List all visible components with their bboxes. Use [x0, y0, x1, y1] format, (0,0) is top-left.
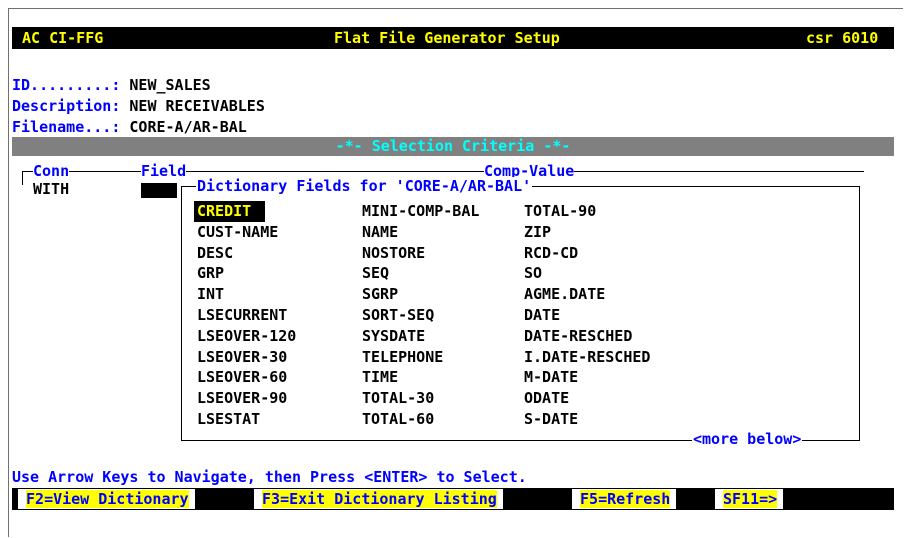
fkey-code: F3 — [262, 490, 281, 508]
screen-title: Flat File Generator Setup — [334, 29, 560, 47]
fkey-label: > — [768, 490, 778, 508]
list-item[interactable]: GRP — [197, 263, 296, 284]
fkey-label: Exit Dictionary Listing — [289, 490, 497, 508]
app-code: AC CI-FFG — [22, 29, 104, 47]
list-item[interactable]: TIME — [362, 367, 479, 388]
status-line: Use Arrow Keys to Navigate, then Press <… — [12, 468, 527, 486]
sf11-next-key[interactable]: SF11=> — [715, 489, 784, 509]
f5-refresh-key[interactable]: F5=Refresh — [572, 489, 677, 509]
dictionary-column-2: MINI-COMP-BAL NAME NOSTORE SEQ SGRP SORT… — [362, 201, 479, 430]
list-item[interactable]: MINI-COMP-BAL — [362, 201, 479, 222]
list-item[interactable]: LSEOVER-60 — [197, 367, 296, 388]
description-label: Description: — [12, 97, 121, 115]
list-item[interactable]: SEQ — [362, 263, 479, 284]
list-item[interactable]: NOSTORE — [362, 243, 479, 264]
list-item[interactable]: DESC — [197, 243, 296, 264]
dictionary-column-1: CREDIT CUST-NAME DESC GRP INT LSECURRENT… — [194, 201, 296, 430]
list-item[interactable]: SORT-SEQ — [362, 305, 479, 326]
f2-view-dictionary-key[interactable]: F2=View Dictionary — [18, 489, 195, 509]
header-corner — [22, 171, 23, 185]
fkey-code: SF11 — [723, 490, 760, 508]
list-item[interactable]: M-DATE — [524, 367, 650, 388]
list-item[interactable]: SO — [524, 263, 650, 284]
dictionary-column-3: TOTAL-90 ZIP RCD-CD SO AGME.DATE DATE DA… — [524, 201, 650, 430]
fkey-label: View Dictionary — [53, 490, 189, 508]
list-item[interactable]: NAME — [362, 222, 479, 243]
list-item[interactable]: TOTAL-60 — [362, 409, 479, 430]
fkey-label: Refresh — [607, 490, 671, 508]
selection-criteria-banner: -*- Selection Criteria -*- — [12, 137, 894, 156]
list-item[interactable]: DATE — [524, 305, 650, 326]
fkey-sep: = — [759, 490, 769, 508]
conn-header: Conn — [33, 162, 70, 180]
list-item[interactable]: LSECURRENT — [197, 305, 296, 326]
fkey-sep: = — [598, 490, 608, 508]
list-item[interactable]: I.DATE-RESCHED — [524, 347, 650, 368]
more-below-indicator: <more below> — [692, 430, 803, 448]
filename-value: CORE-A/AR-BAL — [129, 118, 247, 136]
filename-label: Filename...: — [12, 118, 121, 136]
id-label: ID.........: — [12, 76, 121, 94]
popup-title: Dictionary Fields for 'CORE-A/AR-BAL' — [196, 177, 533, 195]
list-item[interactable]: CREDIT — [194, 201, 266, 222]
fkey-sep: = — [280, 490, 290, 508]
id-line: ID.........: NEW_SALES — [12, 75, 211, 95]
list-item[interactable]: LSEOVER-30 — [197, 347, 296, 368]
id-value: NEW_SALES — [129, 76, 211, 94]
fkey-sep: = — [44, 490, 54, 508]
list-item[interactable]: CUST-NAME — [197, 222, 296, 243]
list-item[interactable]: SGRP — [362, 284, 479, 305]
list-item[interactable]: DATE-RESCHED — [524, 326, 650, 347]
list-item[interactable]: AGME.DATE — [524, 284, 650, 305]
conn-value[interactable]: WITH — [33, 180, 69, 198]
description-value: NEW RECEIVABLES — [129, 97, 265, 115]
list-item[interactable]: SYSDATE — [362, 326, 479, 347]
list-item[interactable]: S-DATE — [524, 409, 650, 430]
description-line: Description: NEW RECEIVABLES — [12, 96, 265, 116]
list-item[interactable]: LSEOVER-90 — [197, 388, 296, 409]
field-input[interactable] — [141, 183, 177, 198]
list-item[interactable]: ODATE — [524, 388, 650, 409]
list-item[interactable]: INT — [197, 284, 296, 305]
f3-exit-listing-key[interactable]: F3=Exit Dictionary Listing — [254, 489, 503, 509]
list-item[interactable]: RCD-CD — [524, 243, 650, 264]
title-bar: AC CI-FFG Flat File Generator Setup csr … — [12, 27, 894, 49]
list-item[interactable]: TELEPHONE — [362, 347, 479, 368]
filename-line: Filename...: CORE-A/AR-BAL — [12, 117, 247, 137]
list-item[interactable]: LSESTAT — [197, 409, 296, 430]
list-item[interactable]: TOTAL-90 — [524, 201, 650, 222]
function-key-bar: F2=View Dictionary F3=Exit Dictionary Li… — [12, 488, 894, 510]
list-item[interactable]: TOTAL-30 — [362, 388, 479, 409]
session-id: csr 6010 — [806, 29, 879, 47]
fkey-code: F2 — [26, 490, 45, 508]
fkey-code: F5 — [580, 490, 599, 508]
list-item[interactable]: LSEOVER-120 — [197, 326, 296, 347]
list-item[interactable]: ZIP — [524, 222, 650, 243]
field-header: Field — [141, 162, 187, 180]
